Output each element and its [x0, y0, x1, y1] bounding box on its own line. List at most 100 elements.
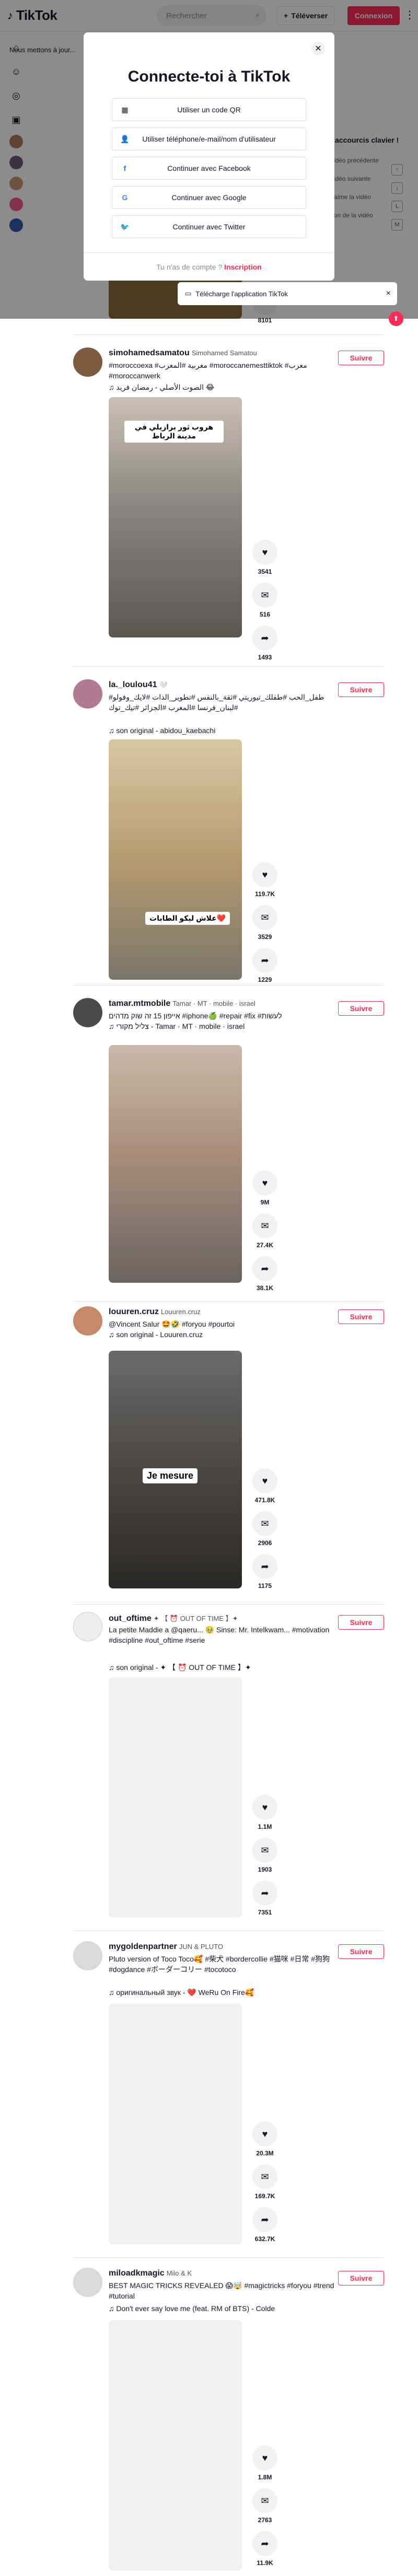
- share-count: 632.7K: [254, 2235, 275, 2243]
- like-count: 471.8K: [254, 1496, 275, 1504]
- share-icon[interactable]: ➦: [252, 948, 277, 973]
- follow-button[interactable]: Suivre: [338, 1001, 384, 1016]
- comment-icon[interactable]: ✉: [252, 2488, 277, 2513]
- avatar[interactable]: [73, 679, 102, 709]
- avatar[interactable]: [73, 2268, 102, 2297]
- share-count: 11.9K: [257, 2559, 273, 2567]
- login-option-google[interactable]: G Continuer avec Google: [112, 186, 306, 209]
- music-link[interactable]: ♫ الصوت الأصلي - رمضان فريد 😂: [109, 383, 214, 392]
- follow-button[interactable]: Suivre: [338, 1309, 384, 1324]
- option-label: Continuer avec Facebook: [167, 164, 251, 172]
- heart-icon[interactable]: ♥: [252, 1795, 277, 1820]
- username[interactable]: out_oftime ✦ 【 ⏰ OUT OF TIME 】✦: [109, 1613, 238, 1623]
- comment-count: 1903: [258, 1866, 272, 1873]
- heart-icon[interactable]: ♥: [252, 2445, 277, 2470]
- action-bar: ♥ 1.1M ✉ 1903 ➦ 7351: [252, 1795, 277, 1923]
- avatar[interactable]: [73, 1941, 102, 1970]
- close-icon[interactable]: ✕: [311, 42, 325, 55]
- follow-button[interactable]: Suivre: [338, 1944, 384, 1959]
- music-link[interactable]: ♫ оригинальный звук - ❤️ WeRu On Fire🥰: [109, 1988, 254, 1997]
- share-icon[interactable]: ➦: [252, 1256, 277, 1281]
- share-icon[interactable]: ➦: [252, 1881, 277, 1906]
- nickname: 🤍: [159, 681, 168, 689]
- scroll-top-icon[interactable]: ⬆: [389, 311, 403, 326]
- music-link[interactable]: ♫ son original - Louuren.cruz: [109, 1330, 203, 1339]
- heart-icon[interactable]: ♥: [252, 1468, 277, 1493]
- login-option-facebook[interactable]: f Continuer avec Facebook: [112, 157, 306, 180]
- share-icon[interactable]: ➦: [252, 2531, 277, 2556]
- nickname: ✦ 【 ⏰ OUT OF TIME 】✦: [153, 1615, 238, 1622]
- music-link[interactable]: ♫ son original - abidou_kaebachi: [109, 726, 215, 735]
- post-divider: [73, 334, 384, 335]
- action-bar: ♥ 1.8M ✉ 2763 ➦ 11.9K: [252, 2445, 277, 2574]
- video-caption: Je mesure: [143, 1468, 198, 1483]
- video-player[interactable]: علاش ليكو الطابات❤️: [109, 739, 242, 980]
- follow-button[interactable]: Suivre: [338, 682, 384, 697]
- follow-button[interactable]: Suivre: [338, 2271, 384, 2285]
- tiktok-page: ♪ TikTok Rechercher ⌕ + Téléverser Conne…: [0, 0, 418, 2576]
- share-icon[interactable]: ➦: [252, 2207, 277, 2232]
- feed-post: louuren.cruz Louuren.cruz @Vincent Salur …: [73, 1306, 384, 1599]
- action-bar: ♥ 119.7K ✉ 3529 ➦ 1229: [252, 862, 277, 991]
- follow-button[interactable]: Suivre: [338, 351, 384, 365]
- username[interactable]: mygoldenpartner JUN & PLUTO: [109, 1942, 223, 1952]
- login-option-twitter[interactable]: 🐦 Continuer avec Twitter: [112, 215, 306, 238]
- signup-link[interactable]: Inscription: [224, 263, 262, 271]
- music-link[interactable]: ♫ צליל מקורי - Tamar · MT · mobile · isr…: [109, 1022, 245, 1030]
- comment-icon[interactable]: ✉: [252, 2164, 277, 2189]
- avatar[interactable]: [73, 347, 102, 377]
- comment-icon[interactable]: ✉: [252, 1213, 277, 1238]
- comment-count: 3529: [258, 933, 272, 941]
- google-icon: G: [122, 193, 128, 202]
- username[interactable]: louuren.cruz Louuren.cruz: [109, 1307, 201, 1317]
- music-link[interactable]: ♫ son original - ✦ 【 ⏰ OUT OF TIME 】✦: [109, 1662, 251, 1673]
- username[interactable]: la._loulou41 🤍: [109, 680, 168, 690]
- like-count: 20.3M: [256, 2150, 274, 2157]
- avatar[interactable]: [73, 1612, 102, 1641]
- comment-icon[interactable]: ✉: [252, 583, 277, 608]
- heart-icon[interactable]: ♥: [252, 1170, 277, 1196]
- share-count: 1493: [258, 654, 272, 661]
- heart-icon[interactable]: ♥: [252, 2121, 277, 2146]
- video-caption: هروب ثور برازيلي في مدينة الرباط: [124, 421, 224, 443]
- like-count: 1.8M: [258, 2474, 272, 2481]
- option-label: Continuer avec Google: [171, 193, 247, 202]
- feed-post: mygoldenpartner JUN & PLUTO Pluto version…: [73, 1941, 384, 2249]
- option-label: Utiliser téléphone/e-mail/nom d'utilisat…: [142, 135, 276, 143]
- username[interactable]: tamar.mtmobile Tamar · MT · mobile · isra…: [109, 999, 256, 1008]
- comment-icon[interactable]: ✉: [252, 1838, 277, 1863]
- comment-icon[interactable]: ✉: [252, 1511, 277, 1536]
- video-player[interactable]: Je mesure: [109, 1351, 242, 1588]
- username-text: la._loulou41: [109, 680, 157, 689]
- person-icon: 👤: [120, 134, 130, 143]
- caption: #moroccoexa #مغربية #المغرب #moroccaneme…: [109, 361, 307, 380]
- desktop-app-banner[interactable]: ▭ Télécharge l'application TikTok ×: [178, 282, 397, 305]
- video-player[interactable]: [109, 2320, 242, 2571]
- login-option-phone-email[interactable]: 👤 Utiliser téléphone/e-mail/nom d'utilis…: [112, 127, 306, 150]
- share-icon[interactable]: ➦: [252, 1554, 277, 1579]
- video-player[interactable]: هروب ثور برازيلي في مدينة الرباط: [109, 397, 242, 637]
- follow-button[interactable]: Suivre: [338, 1615, 384, 1630]
- video-caption: علاش ليكو الطابات❤️: [145, 912, 230, 925]
- share-count: 38.1K: [256, 1284, 274, 1292]
- username[interactable]: simohamedsamatou Simohamed Samatou: [109, 349, 257, 358]
- login-modal: ✕ Connecte-toi à TikTok ▦ Utiliser un co…: [84, 32, 334, 281]
- share-count: 1229: [258, 976, 272, 983]
- close-icon[interactable]: ×: [386, 289, 391, 298]
- avatar[interactable]: [73, 998, 102, 1027]
- heart-icon[interactable]: ♥: [252, 540, 277, 565]
- username[interactable]: miloadkmagic Milo & K: [109, 2269, 192, 2278]
- login-option-qr[interactable]: ▦ Utiliser un code QR: [112, 98, 306, 121]
- avatar[interactable]: [73, 1306, 102, 1336]
- caption: @Vincent Salur 🤩🤣 #foryou #pourtoi: [109, 1320, 235, 1328]
- video-player[interactable]: [109, 2004, 242, 2244]
- music-link[interactable]: ♫ Don't ever say love me (feat. RM of BT…: [109, 2304, 275, 2313]
- comment-icon[interactable]: ✉: [252, 905, 277, 930]
- heart-icon[interactable]: ♥: [252, 862, 277, 887]
- comment-count: 169.7K: [254, 2192, 275, 2200]
- video-player[interactable]: [109, 1677, 242, 1918]
- username-text: out_oftime: [109, 1614, 152, 1623]
- video-player[interactable]: [109, 1045, 242, 1283]
- action-bar: ♥ 20.3M ✉ 169.7K ➦ 632.7K: [252, 2121, 277, 2250]
- share-icon[interactable]: ➦: [252, 625, 277, 651]
